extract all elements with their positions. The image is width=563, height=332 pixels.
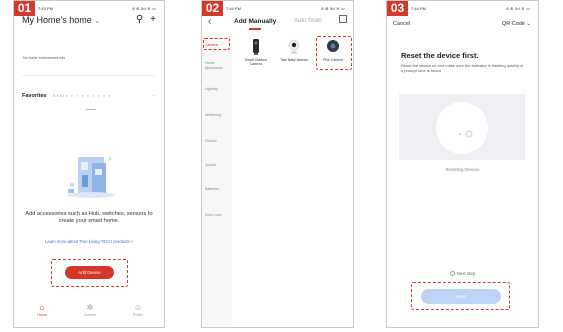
status-time: 7:43 PM <box>38 6 53 11</box>
environment-info: No home environment info <box>23 56 66 60</box>
highlight-box <box>316 36 352 70</box>
device-card[interactable]: Smart Outdoor Camera <box>242 39 270 66</box>
add-icon[interactable]: + <box>150 14 156 25</box>
status-time: 7:44 PM <box>226 6 241 11</box>
category-item[interactable]: Socket <box>205 163 231 168</box>
scan-icon[interactable] <box>339 15 347 23</box>
profile-icon: ☺ <box>133 303 143 312</box>
step-badge: 02 <box>202 1 223 16</box>
back-icon[interactable]: ‹ <box>208 16 211 27</box>
scene-icon: ✲ <box>86 303 94 312</box>
reset-illustration <box>399 94 525 160</box>
tab-indicator <box>249 28 261 30</box>
learn-more-link[interactable]: Learn more about True Living TECH produc… <box>18 239 160 244</box>
favorites-row: Favorites Start ▪ ▪ ▪ ▪ ▪ ▪ ▪ ▪ ⋯ <box>22 93 158 99</box>
step-badge: 03 <box>387 1 408 16</box>
status-time: 7:44 PM <box>411 6 426 11</box>
empty-home-illustration <box>67 157 115 198</box>
qr-code-dropdown[interactable]: QR Code ⌄ <box>502 21 531 27</box>
status-bar: 7:44 PM 8 ⊕ 5d ≋ ▭ <box>387 5 538 13</box>
status-icons: 8 ⊕ 5d ≋ ▭ <box>506 6 530 11</box>
baby-monitor-icon <box>288 39 300 54</box>
phone-screen-add-device: 02 7:44 PM 8 ⊕ 5d ≋ ▭ ‹ Add Manually Aut… <box>201 0 354 328</box>
category-item[interactable]: Lighting <box>205 87 231 92</box>
status-bar: 7:44 PM 8 ⊕ 5d ≋ ▭ <box>202 5 353 13</box>
category-item[interactable]: Electric <box>205 139 231 144</box>
cancel-button[interactable]: Cancel <box>393 21 410 27</box>
divider <box>22 75 156 76</box>
voice-icon[interactable]: ⚲ <box>136 14 143 25</box>
room-tabs[interactable]: Start ▪ ▪ ▪ ▪ ▪ ▪ ▪ ▪ <box>53 94 112 98</box>
more-icon[interactable]: ⋯ <box>152 93 156 98</box>
radio-icon[interactable] <box>449 271 455 276</box>
status-icons: 8 ⊕ 5d ≋ ▭ <box>321 6 345 11</box>
category-item[interactable]: Home Appliances <box>205 61 231 70</box>
empty-state-text: Add accessories such as Hub, switches, s… <box>25 211 153 224</box>
status-bar: 7:43 PM 8 ⊕ 5d ≋ ▭ <box>14 5 164 13</box>
reset-status-text: Resetting Devices <box>445 167 480 172</box>
tab-favorites[interactable]: Favorites <box>22 93 46 99</box>
highlight-box <box>51 259 128 287</box>
home-icon: ⌂ <box>39 303 45 312</box>
home-selector[interactable]: My Home's home ⌄ <box>22 15 100 25</box>
phone-screen-reset-device: 03 7:44 PM 8 ⊕ 5d ≋ ▭ Cancel QR Code ⌄ R… <box>386 0 539 328</box>
device-name: True Baby Monitor <box>280 58 308 62</box>
page-title: Reset the device first. <box>401 51 479 60</box>
checkbox-label: Next step <box>456 271 476 276</box>
step-badge: 01 <box>14 1 35 16</box>
category-list: Camera Home Appliances Lighting Wellbein… <box>202 35 232 325</box>
camera-device-illustration <box>436 102 488 154</box>
nav-label: Scenes <box>84 313 96 317</box>
tab-indicator <box>86 109 96 110</box>
category-item[interactable]: Batteries <box>205 187 231 192</box>
nav-label: Home <box>37 313 47 317</box>
category-item[interactable]: Wellbeing <box>205 113 231 118</box>
highlight-box <box>203 38 230 50</box>
chevron-down-icon: ⌄ <box>94 18 101 25</box>
tab-add-manually[interactable]: Add Manually <box>234 18 276 25</box>
nav-scenes[interactable]: ✲ Scenes <box>75 303 105 317</box>
device-card[interactable]: True Baby Monitor <box>280 39 308 62</box>
device-name: Smart Outdoor Camera <box>244 58 268 67</box>
bottom-nav: ⌂ Home ✲ Scenes ☺ Profile <box>14 303 164 323</box>
category-item[interactable]: Door Lock <box>205 213 231 218</box>
confirm-checkbox[interactable]: Next step <box>387 271 538 276</box>
nav-label: Profile <box>132 313 144 317</box>
nav-profile[interactable]: ☺ Profile <box>123 303 153 317</box>
home-name: My Home's home <box>22 15 92 25</box>
instruction-text: Reset the device on and make sure the in… <box>401 63 524 74</box>
outdoor-camera-icon <box>253 39 259 55</box>
tab-auto-scan[interactable]: Auto Scan <box>294 18 322 24</box>
status-icons: 8 ⊕ 5d ≋ ▭ <box>132 6 156 11</box>
phone-screen-home: 01 7:43 PM 8 ⊕ 5d ≋ ▭ My Home's home ⌄ ⚲… <box>13 0 165 328</box>
highlight-box <box>411 282 510 310</box>
nav-home[interactable]: ⌂ Home <box>27 303 57 317</box>
